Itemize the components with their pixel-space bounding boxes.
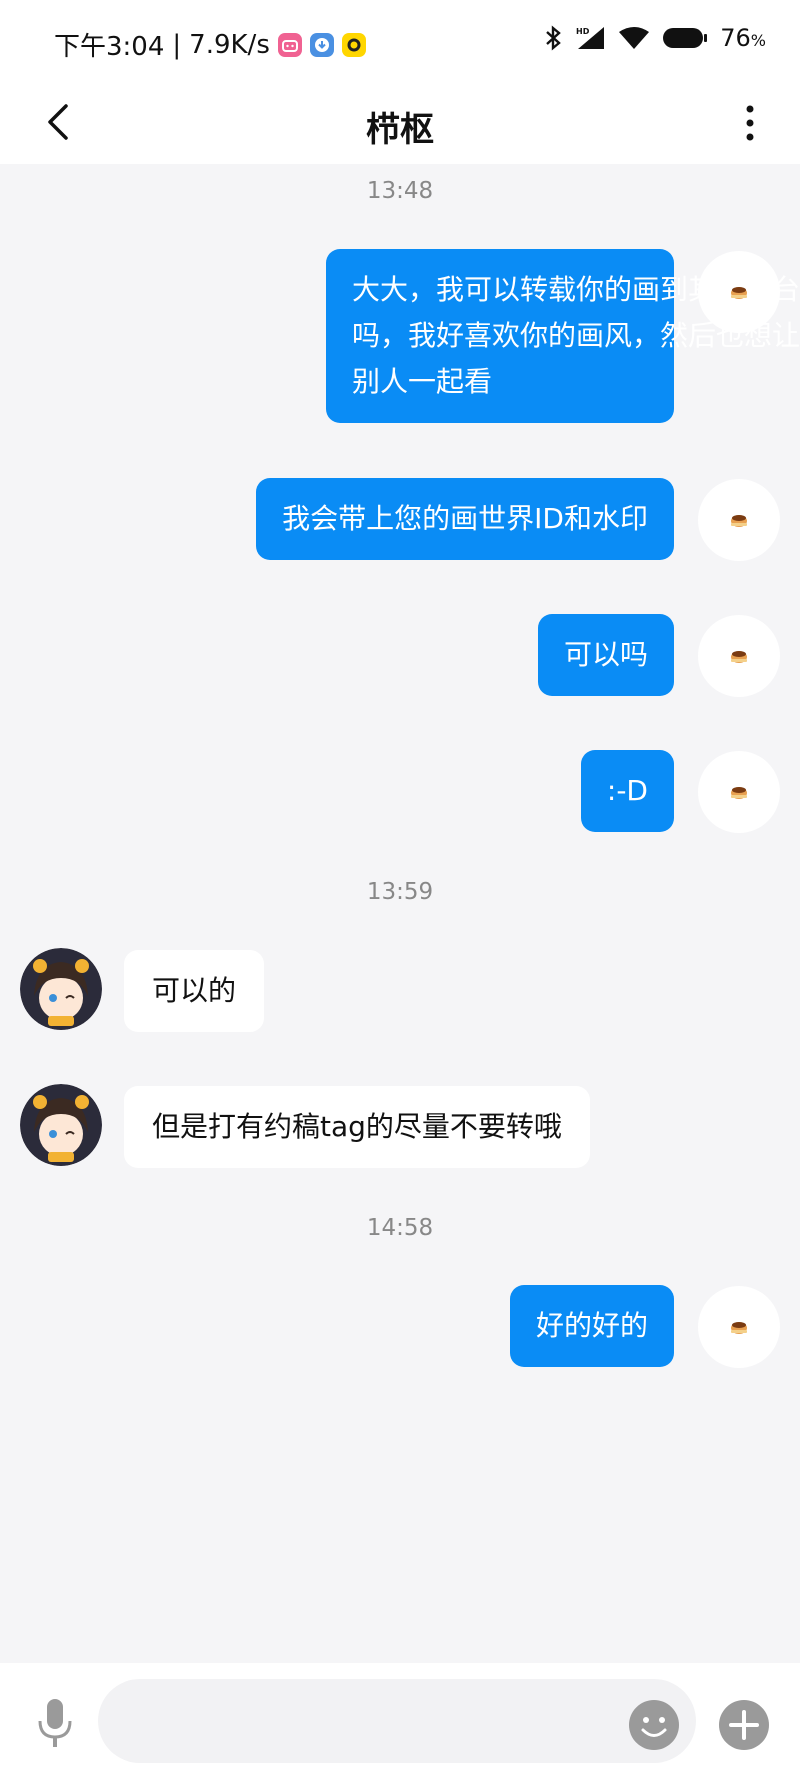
my-avatar[interactable] [698,1286,780,1368]
microphone-icon[interactable] [30,1695,80,1753]
message-line: 大大，我可以转载你的画到其他平台 [352,273,800,306]
yellow-app-icon [341,32,366,57]
download-icon [309,32,334,57]
outgoing-message[interactable]: 我会带上您的画世界ID和水印 [256,478,674,560]
emoji-icon[interactable] [628,1699,680,1751]
svg-text:HD: HD [576,27,590,36]
hd-signal-icon: HD [576,27,605,49]
bun-avatar-icon [731,651,747,663]
battery-level: 76% [720,24,766,52]
incoming-message[interactable]: 可以的 [124,950,265,1032]
bilibili-icon [277,32,302,57]
message-input[interactable] [98,1679,696,1763]
status-right: HD 76% [544,24,766,52]
more-vertical-icon[interactable] [740,98,760,148]
bun-avatar-icon [731,515,747,527]
plus-icon[interactable] [718,1699,770,1751]
input-bar [0,1663,800,1778]
my-avatar[interactable] [698,251,780,333]
timestamp: 13:48 [366,178,434,204]
message-line: :-D [606,774,648,807]
message-line: 我会带上您的画世界ID和水印 [282,502,648,535]
battery-icon [663,28,708,48]
bun-avatar-icon [731,1322,747,1334]
incoming-message[interactable]: 但是打有约稿tag的尽量不要转哦 [124,1086,590,1168]
bluetooth-icon [546,25,562,51]
status-separator: | [172,29,182,60]
chat-header: 栉枢 [0,82,800,164]
message-line: 可以吗 [563,638,648,671]
timestamp: 13:59 [366,879,434,905]
my-avatar[interactable] [698,751,780,833]
bun-avatar-icon [731,787,747,799]
message-line: 好的好的 [535,1309,648,1342]
anime-girl-avatar-icon [20,1084,102,1166]
anime-girl-avatar-icon [20,948,102,1030]
outgoing-message[interactable]: :-D [580,750,674,832]
my-avatar[interactable] [698,479,780,561]
status-left: 下午3:04 | 7.9K/s [54,26,366,63]
outgoing-message[interactable]: 大大，我可以转载你的画到其他平台 吗，我好喜欢你的画风，然后也想让 别人一起看 [326,249,800,423]
message-line: 吗，我好喜欢你的画风，然后也想让 [352,319,800,352]
message-line: 可以的 [152,974,237,1007]
my-avatar[interactable] [698,615,780,697]
contact-avatar[interactable] [20,1084,102,1166]
status-time: 下午3:04 [54,32,165,62]
message-line: 别人一起看 [352,365,493,398]
outgoing-message[interactable]: 好的好的 [509,1285,674,1367]
timestamp: 14:58 [366,1215,434,1241]
message-line: 但是打有约稿tag的尽量不要转哦 [152,1110,562,1143]
bun-avatar-icon [731,287,747,299]
status-bar: 下午3:04 | 7.9K/s HD 76% [0,0,800,82]
contact-avatar[interactable] [20,948,102,1030]
chat-title: 栉枢 [366,110,434,150]
outgoing-message[interactable]: 可以吗 [537,614,674,696]
network-speed: 7.9K/s [189,29,270,60]
wifi-icon [619,27,650,49]
